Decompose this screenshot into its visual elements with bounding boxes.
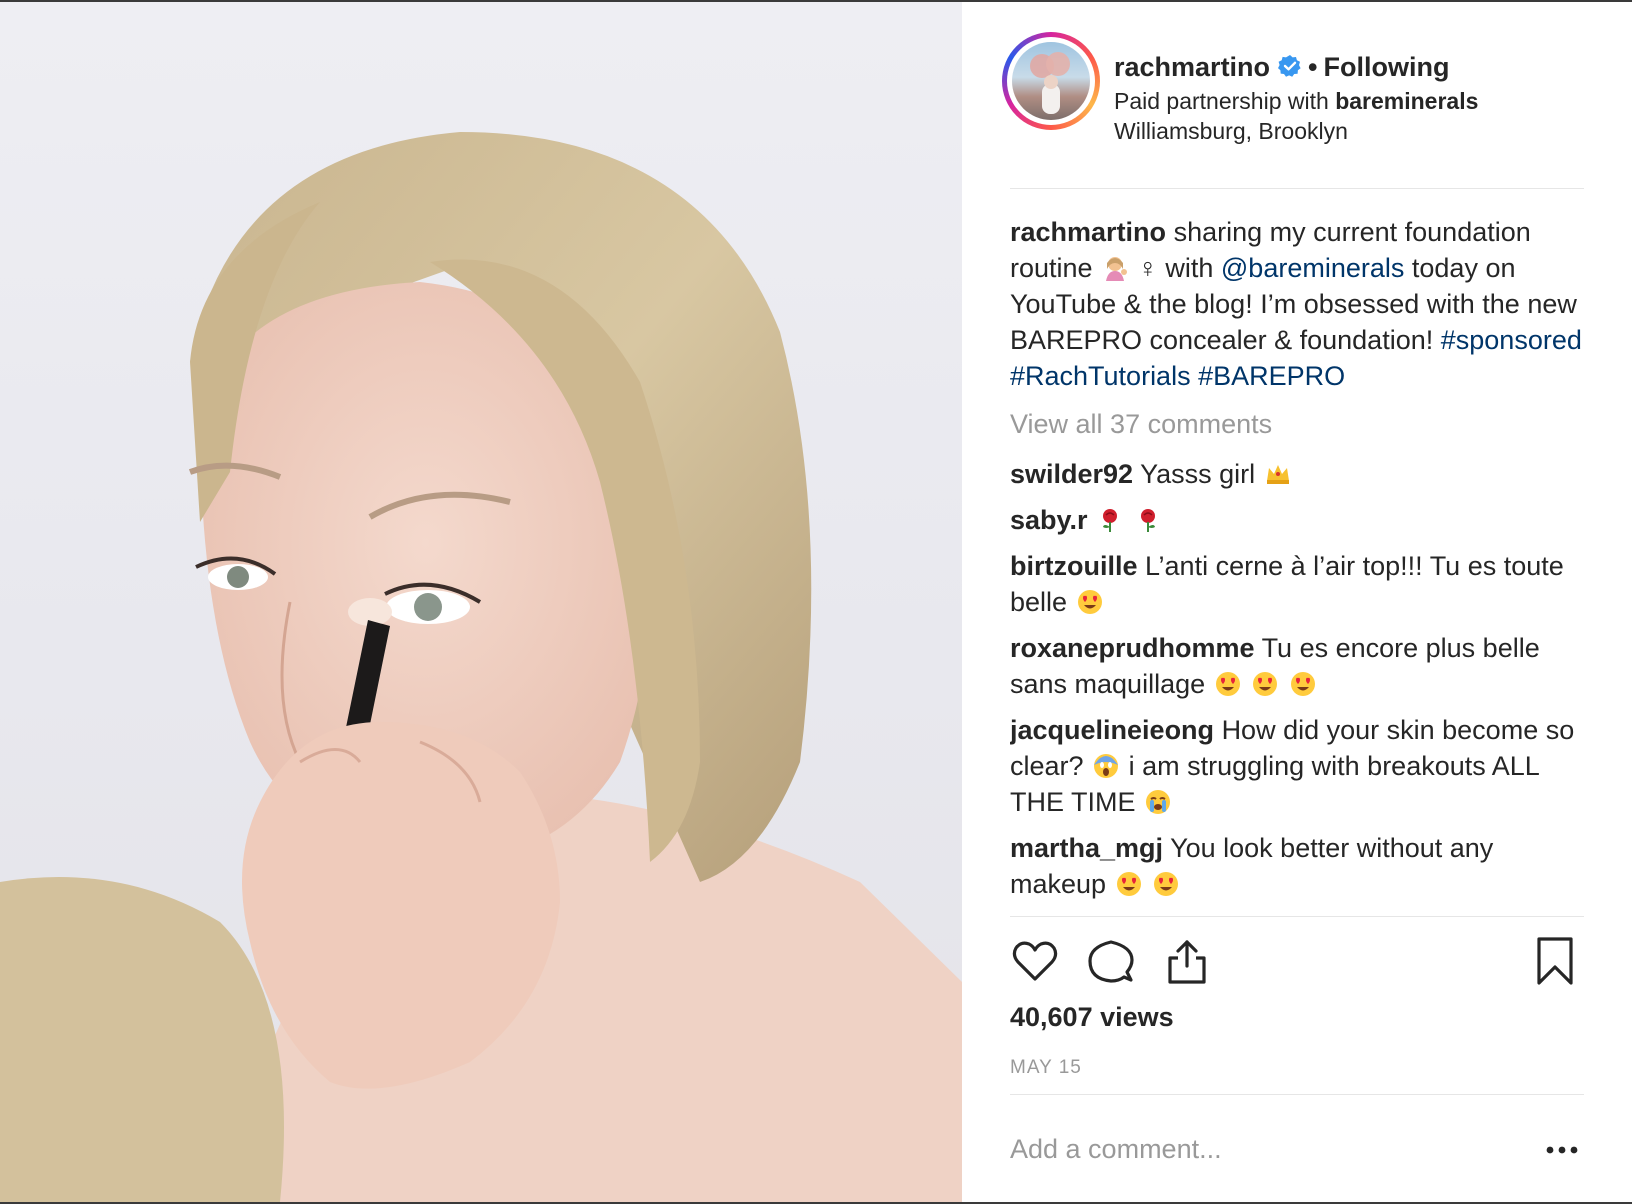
heart-eyes-emoji-icon bbox=[1154, 872, 1179, 896]
add-comment-input[interactable] bbox=[1010, 1127, 1510, 1171]
hashtag-link[interactable]: #BAREPRO bbox=[1198, 361, 1345, 391]
comment-author[interactable]: martha_mgj bbox=[1010, 833, 1163, 863]
heart-eyes-emoji-icon bbox=[1290, 672, 1315, 696]
username-link[interactable]: rachmartino bbox=[1114, 52, 1270, 82]
rose-emoji-icon bbox=[1140, 509, 1155, 532]
screaming-face-emoji-icon bbox=[1094, 754, 1119, 778]
partner-link[interactable]: bareminerals bbox=[1335, 88, 1478, 114]
comment: jacquelineieong How did your skin become… bbox=[1010, 712, 1584, 820]
video-frame-illustration bbox=[0, 132, 962, 1202]
hashtag-link[interactable]: #sponsored bbox=[1441, 325, 1582, 355]
partnership-prefix: Paid partnership with bbox=[1114, 88, 1329, 114]
comment-author[interactable]: swilder92 bbox=[1010, 459, 1133, 489]
separator-dot: • bbox=[1308, 52, 1318, 82]
avatar[interactable] bbox=[1012, 42, 1090, 120]
paid-partnership-line: Paid partnership with bareminerals bbox=[1114, 88, 1478, 115]
crown-emoji-icon bbox=[1266, 465, 1289, 484]
comment-author[interactable]: birtzouille bbox=[1010, 551, 1138, 581]
comment-text: Yasss girl bbox=[1140, 459, 1256, 489]
avatar-frame bbox=[1007, 37, 1095, 125]
heart-eyes-emoji-icon bbox=[1215, 672, 1240, 696]
avatar-photo-icon bbox=[1030, 52, 1070, 114]
heart-eyes-emoji-icon bbox=[1077, 590, 1102, 614]
female-sign: ♀ bbox=[1137, 253, 1158, 283]
caption: rachmartino sharing my current foundatio… bbox=[1010, 214, 1584, 394]
comment-author[interactable]: saby.r bbox=[1010, 505, 1088, 535]
caption-author[interactable]: rachmartino bbox=[1010, 217, 1166, 247]
view-all-comments-link[interactable]: View all 37 comments bbox=[1010, 406, 1584, 442]
post-details-panel: rachmartino • Following Paid partnership … bbox=[962, 2, 1632, 1202]
woman-tipping-hand-emoji-icon bbox=[1106, 257, 1128, 281]
location-link[interactable]: Williamsburg, Brooklyn bbox=[1114, 118, 1348, 145]
like-heart-icon[interactable] bbox=[1010, 936, 1060, 986]
post-video[interactable] bbox=[0, 2, 962, 1202]
more-options-icon[interactable] bbox=[1542, 1138, 1582, 1162]
header-divider bbox=[1010, 188, 1584, 189]
comment: birtzouille L’anti cerne à l’air top!!! … bbox=[1010, 548, 1584, 620]
comment: saby.r bbox=[1010, 502, 1584, 538]
hashtag-link[interactable]: #RachTutorials bbox=[1010, 361, 1191, 391]
comment: martha_mgj You look better without any m… bbox=[1010, 830, 1584, 902]
share-upload-icon[interactable] bbox=[1162, 936, 1212, 986]
heart-eyes-emoji-icon bbox=[1253, 672, 1278, 696]
comments-section[interactable]: rachmartino sharing my current foundatio… bbox=[1010, 214, 1584, 917]
post-date[interactable]: MAY 15 bbox=[1010, 1057, 1082, 1079]
comment-text: i am struggling with breakouts ALL THE T… bbox=[1010, 751, 1539, 817]
views-count[interactable]: 40,607 views bbox=[1010, 1002, 1174, 1033]
comment-author[interactable]: roxaneprudhomme bbox=[1010, 633, 1255, 663]
post-header: rachmartino • Following bbox=[1114, 52, 1449, 83]
bookmark-save-icon[interactable] bbox=[1530, 936, 1580, 986]
story-ring[interactable] bbox=[1002, 32, 1100, 130]
action-bar bbox=[1010, 936, 1584, 992]
comment-author[interactable]: jacquelineieong bbox=[1010, 715, 1214, 745]
crying-face-emoji-icon bbox=[1146, 790, 1171, 814]
following-button[interactable]: Following bbox=[1324, 52, 1450, 82]
verified-badge-icon bbox=[1278, 55, 1301, 77]
rose-emoji-icon bbox=[1103, 509, 1118, 532]
comments-divider bbox=[1010, 916, 1584, 917]
comment: swilder92 Yasss girl bbox=[1010, 456, 1584, 492]
mention-link[interactable]: @bareminerals bbox=[1221, 253, 1404, 283]
caption-text-2: with bbox=[1165, 253, 1214, 283]
comment-bubble-icon[interactable] bbox=[1086, 936, 1136, 986]
heart-eyes-emoji-icon bbox=[1116, 872, 1141, 896]
add-comment-divider bbox=[1010, 1094, 1584, 1095]
comment: roxaneprudhomme Tu es encore plus belle … bbox=[1010, 630, 1584, 702]
